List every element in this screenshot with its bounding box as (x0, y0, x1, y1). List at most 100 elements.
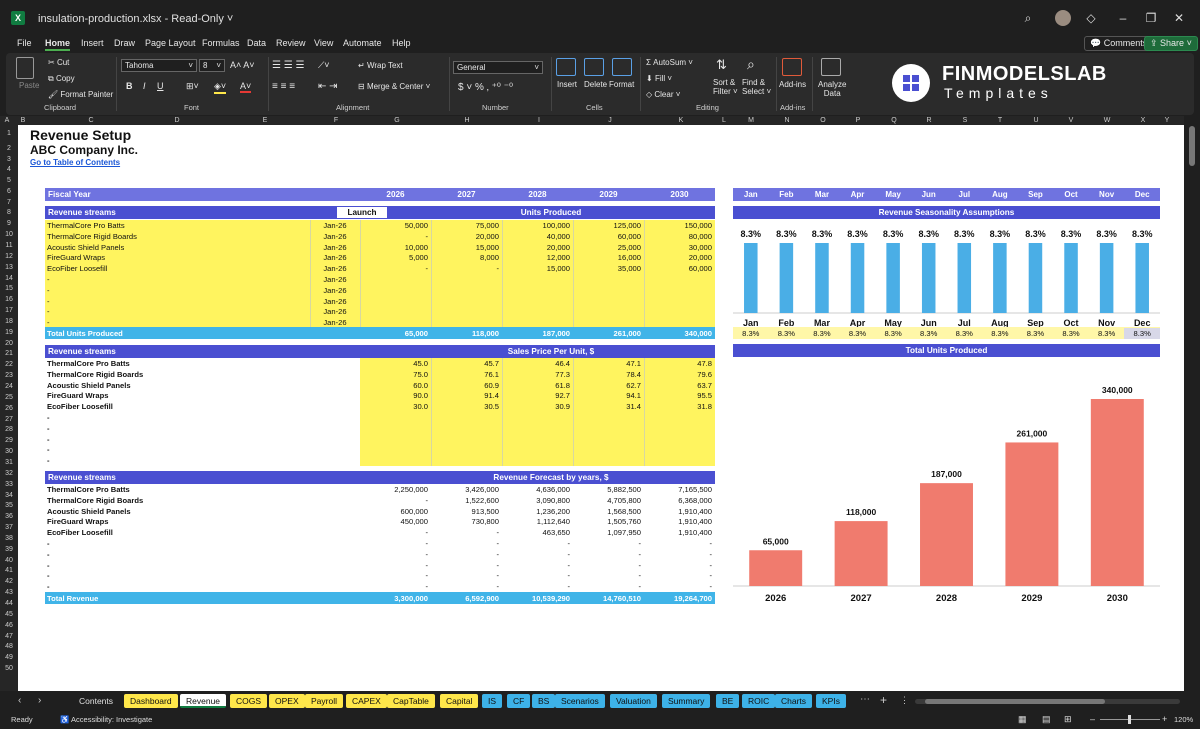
row-header[interactable]: 7 (0, 199, 18, 206)
tab-kpis[interactable]: KPIs (816, 694, 846, 708)
copy-button[interactable]: ⧉ Copy (48, 74, 75, 84)
seasonality-cell[interactable]: 8.3% (804, 328, 840, 339)
price-cell[interactable]: 90.0 (360, 390, 428, 401)
row-header[interactable]: 42 (0, 578, 18, 585)
units-cell[interactable]: 12,000 (502, 252, 570, 263)
underline-button[interactable]: U (157, 81, 164, 91)
accessibility-status[interactable]: ♿ Accessibility: Investigate (60, 715, 152, 724)
row-header[interactable]: 32 (0, 470, 18, 477)
units-cell[interactable]: 35,000 (573, 263, 641, 274)
menu-item-home[interactable]: Home (45, 38, 71, 51)
row-header[interactable]: 11 (0, 242, 18, 249)
row-header[interactable]: 30 (0, 448, 18, 455)
price-cell[interactable]: 91.4 (431, 390, 499, 401)
units-cell[interactable]: 10,000 (360, 242, 428, 253)
row-header[interactable]: 21 (0, 350, 18, 357)
units-cell[interactable]: 5,000 (360, 252, 428, 263)
units-cell[interactable]: 80,000 (644, 231, 712, 242)
row-header[interactable]: 10 (0, 231, 18, 238)
col-header-w[interactable]: W (1102, 116, 1112, 125)
row-header[interactable]: 19 (0, 329, 18, 336)
tab-be[interactable]: BE (716, 694, 740, 708)
menu-item-page-layout[interactable]: Page Layout (145, 38, 196, 48)
col-header-o[interactable]: O (818, 116, 828, 125)
units-cell[interactable]: 125,000 (573, 220, 641, 231)
tab-dashboard[interactable]: Dashboard (124, 694, 178, 708)
tab-capex[interactable]: CAPEX (346, 694, 387, 708)
price-cell[interactable] (431, 434, 499, 445)
units-cell[interactable]: 8,000 (431, 252, 499, 263)
price-cell[interactable]: 60.0 (360, 380, 428, 391)
price-cell[interactable] (644, 412, 712, 423)
units-cell[interactable]: 16,000 (573, 252, 641, 263)
price-cell[interactable]: 78.4 (573, 369, 641, 380)
row-header[interactable]: 6 (0, 188, 18, 195)
units-cell[interactable] (360, 296, 428, 307)
col-header-d[interactable]: D (172, 116, 182, 125)
row-header[interactable]: 3 (0, 156, 18, 163)
comments-button[interactable]: 💬 Comments (1084, 36, 1154, 51)
insert-cells-icon[interactable] (556, 58, 576, 76)
row-header[interactable]: 48 (0, 643, 18, 650)
units-cell[interactable] (644, 285, 712, 296)
col-header-t[interactable]: T (995, 116, 1005, 125)
tab-charts[interactable]: Charts (775, 694, 813, 708)
price-cell[interactable] (360, 412, 428, 423)
seasonality-cell[interactable]: 8.3% (840, 328, 876, 339)
col-header-x[interactable]: X (1138, 116, 1148, 125)
price-cell[interactable]: 95.5 (644, 390, 712, 401)
analyze-data-icon[interactable] (821, 58, 841, 76)
row-header[interactable]: 14 (0, 275, 18, 282)
restore-icon[interactable]: ❐ (1140, 9, 1162, 27)
row-header[interactable]: 38 (0, 535, 18, 542)
italic-button[interactable]: I (143, 81, 146, 91)
price-cell[interactable]: 46.4 (502, 358, 570, 369)
paste-button[interactable]: Paste (19, 81, 39, 90)
row-header[interactable]: 45 (0, 611, 18, 618)
col-header-b[interactable]: B (18, 116, 28, 125)
units-cell[interactable]: 30,000 (644, 242, 712, 253)
price-cell[interactable]: 76.1 (431, 369, 499, 380)
insert-cells-button[interactable]: Insert (557, 80, 577, 89)
tab-captable[interactable]: CapTable (387, 694, 435, 708)
row-header[interactable]: 31 (0, 459, 18, 466)
price-cell[interactable]: 92.7 (502, 390, 570, 401)
row-header[interactable]: 37 (0, 524, 18, 531)
tab-payroll[interactable]: Payroll (305, 694, 343, 708)
toc-link[interactable]: Go to Table of Contents (30, 157, 120, 168)
wrap-text-button[interactable]: ↵ Wrap Text (358, 61, 403, 70)
seasonality-cell[interactable]: 8.3% (911, 328, 947, 339)
col-header-f[interactable]: F (331, 116, 341, 125)
col-header-m[interactable]: M (746, 116, 756, 125)
row-header[interactable]: 33 (0, 481, 18, 488)
units-cell[interactable]: 20,000 (644, 252, 712, 263)
more-tabs-icon[interactable]: ⋯ (860, 694, 870, 705)
row-header[interactable]: 40 (0, 557, 18, 564)
add-ins-button[interactable]: Add-ins (779, 80, 806, 89)
price-cell[interactable] (431, 423, 499, 434)
horizontal-scrollbar[interactable] (915, 699, 1180, 704)
menu-item-draw[interactable]: Draw (114, 38, 135, 48)
tab-valuation[interactable]: Valuation (610, 694, 657, 708)
col-header-a[interactable]: A (2, 116, 12, 125)
units-row-launch[interactable]: Jan-26 (310, 306, 360, 317)
share-button[interactable]: ⇪ Share ˅ (1144, 36, 1198, 51)
borders-button[interactable]: ⊞˅ (186, 81, 199, 92)
price-cell[interactable]: 30.0 (360, 401, 428, 412)
price-cell[interactable] (502, 444, 570, 455)
worksheet[interactable]: Revenue Setup ABC Company Inc. Go to Tab… (18, 125, 1184, 691)
find-select-button[interactable]: Find & Select ˅ (742, 78, 771, 96)
price-cell[interactable]: 31.4 (573, 401, 641, 412)
seasonality-cell[interactable]: 8.3% (947, 328, 983, 339)
zoom-slider[interactable] (1100, 715, 1160, 724)
tab-opex[interactable]: OPEX (269, 694, 305, 708)
price-cell[interactable]: 62.7 (573, 380, 641, 391)
price-cell[interactable]: 75.0 (360, 369, 428, 380)
units-cell[interactable] (573, 274, 641, 285)
col-header-q[interactable]: Q (889, 116, 899, 125)
align-left-button[interactable]: ≡ ≡ ≡ (272, 81, 295, 92)
units-cell[interactable]: 20,000 (431, 231, 499, 242)
row-header[interactable]: 29 (0, 437, 18, 444)
units-row-launch[interactable]: Jan-26 (310, 274, 360, 285)
sheet-options-icon[interactable]: ⋮ (900, 695, 909, 706)
